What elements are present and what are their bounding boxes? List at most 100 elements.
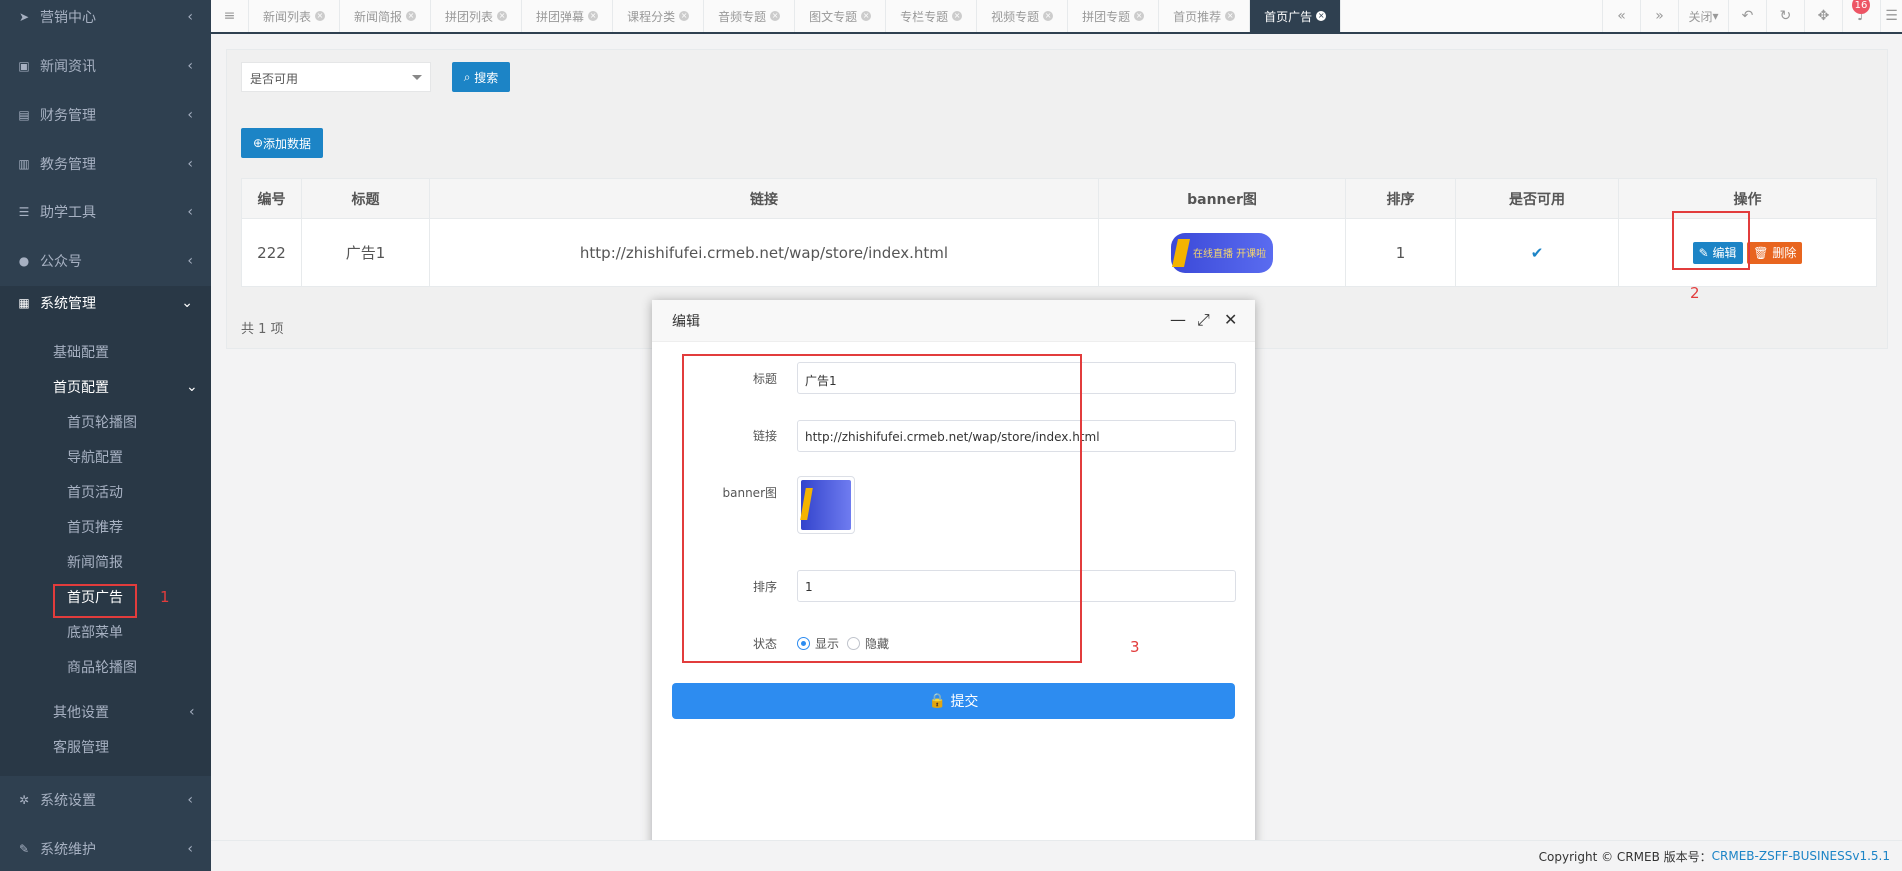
footer: Copyright © CRMEB 版本号： CRMEB-ZSFF-BUSINE…	[211, 840, 1902, 871]
nav-marketing[interactable]: ➤ 营销中心 ‹	[0, 0, 211, 41]
minimize-icon[interactable]: —	[1170, 310, 1186, 329]
bell-icon[interactable]: ♪ 16	[1842, 0, 1880, 32]
close-icon[interactable]: ×	[861, 11, 872, 21]
lock-icon: 🔒	[928, 693, 946, 709]
close-icon[interactable]: ×	[679, 11, 690, 21]
chevron-left-icon: ‹	[187, 58, 193, 74]
table-row: 222 广告1 http://zhishifufei.crmeb.net/wap…	[241, 218, 1877, 287]
close-icon[interactable]: ×	[952, 11, 963, 21]
close-icon[interactable]: ✕	[1224, 310, 1237, 329]
data-table: 编号 标题 链接 banner图 排序 是否可用 操作 222 广告1 http…	[241, 178, 1877, 287]
cell-sort: 1	[1345, 218, 1456, 287]
tab-group-list[interactable]: 拼团列表 ×	[431, 0, 523, 32]
sub-other-settings[interactable]: 其他设置	[53, 698, 109, 726]
tab-article-topic[interactable]: 图文专题 ×	[795, 0, 887, 32]
annotation-box-1	[53, 584, 137, 618]
search-button[interactable]: ⌕ 搜索	[452, 62, 510, 92]
total-count: 共 1 项	[241, 322, 284, 337]
chevron-left-icon: ‹	[187, 156, 193, 172]
tab-bar: ≡ 新闻列表 × 新闻简报 × 拼团列表 × 拼团弹幕 × 课程分类 × 音频专题 × 图文…	[211, 0, 1902, 34]
cell-link: http://zhishifufei.crmeb.net/wap/store/i…	[429, 218, 1099, 287]
col-banner: banner图	[1098, 178, 1346, 219]
sub-home-activity[interactable]: 首页活动	[67, 478, 123, 506]
chevron-left-icon: ‹	[187, 253, 193, 269]
move-icon[interactable]: ✥	[1804, 0, 1842, 32]
close-icon[interactable]: ×	[588, 11, 599, 21]
close-icon[interactable]: ×	[497, 11, 508, 21]
close-icon[interactable]: ×	[1316, 11, 1327, 21]
col-id: 编号	[241, 178, 302, 219]
col-available: 是否可用	[1455, 178, 1619, 219]
tab-column-topic[interactable]: 专栏专题 ×	[886, 0, 978, 32]
nav-tools[interactable]: ☰ 助学工具 ‹	[0, 188, 211, 236]
sub-nav-config[interactable]: 导航配置	[67, 443, 123, 471]
list-icon: ☰	[18, 205, 30, 219]
cell-banner: 在线直播 开课啦	[1098, 218, 1346, 287]
wechat-icon: ●	[18, 254, 30, 268]
delete-button[interactable]: 🗑 删除	[1747, 241, 1803, 264]
col-link: 链接	[429, 178, 1099, 219]
nav-news[interactable]: ▣ 新闻资讯 ‹	[0, 42, 211, 90]
annotation-number-1: 1	[160, 588, 170, 606]
forward-icon[interactable]: »	[1640, 0, 1678, 32]
sub-home-carousel[interactable]: 首页轮播图	[67, 408, 137, 436]
close-icon[interactable]: ×	[1225, 11, 1236, 21]
tab-home-recommend[interactable]: 首页推荐 ×	[1159, 0, 1251, 32]
sub-home-recommend[interactable]: 首页推荐	[67, 513, 123, 541]
tab-home-ads[interactable]: 首页广告 ×	[1250, 0, 1342, 32]
search-icon: ⌕	[463, 69, 471, 84]
sub-bottom-menu[interactable]: 底部菜单	[67, 618, 123, 646]
list-icon[interactable]: ☰	[1880, 0, 1902, 32]
trash-icon: 🗑	[1753, 245, 1769, 260]
nav-system[interactable]: ▦ 系统管理 ⌄	[0, 286, 211, 320]
tab-video-topic[interactable]: 视频专题 ×	[977, 0, 1069, 32]
wrench-icon: ✎	[18, 842, 30, 856]
tab-news-list[interactable]: 新闻列表 ×	[249, 0, 341, 32]
close-icon[interactable]: ×	[770, 11, 781, 21]
close-icon[interactable]: ×	[1134, 11, 1145, 21]
toolbar-right: « » 关闭 ▾ ↶ ↻ ✥ ♪ 16 ☰	[1602, 0, 1902, 32]
nav-system-settings[interactable]: ✲ 系统设置 ‹	[0, 776, 211, 824]
menu-toggle-icon[interactable]: ≡	[211, 0, 249, 32]
chevron-down-icon: ⌄	[186, 379, 198, 395]
gear-icon: ✲	[18, 793, 30, 807]
reply-icon[interactable]: ↶	[1728, 0, 1766, 32]
availability-select[interactable]: 是否可用	[241, 62, 431, 92]
version-link[interactable]: CRMEB-ZSFF-BUSINESSv1.5.1	[1712, 849, 1890, 863]
image-icon: ▣	[18, 59, 30, 73]
chevron-left-icon: ‹	[187, 204, 193, 220]
col-sort: 排序	[1345, 178, 1456, 219]
notification-badge: 16	[1852, 0, 1870, 14]
backward-icon[interactable]: «	[1602, 0, 1640, 32]
close-icon[interactable]: ×	[1043, 11, 1054, 21]
modal-header: 编辑	[652, 300, 1255, 342]
annotation-number-2: 2	[1690, 284, 1700, 302]
tab-news-brief[interactable]: 新闻简报 ×	[340, 0, 432, 32]
sub-basic[interactable]: 基础配置	[53, 338, 109, 366]
col-title: 标题	[301, 178, 430, 219]
sub-customer-service[interactable]: 客服管理	[53, 733, 109, 761]
sub-news-brief[interactable]: 新闻简报	[67, 548, 123, 576]
refresh-icon[interactable]: ↻	[1766, 0, 1804, 32]
close-menu-button[interactable]: 关闭 ▾	[1678, 0, 1728, 32]
submit-button[interactable]: 🔒 提交	[672, 683, 1235, 719]
tab-audio-topic[interactable]: 音频专题 ×	[704, 0, 796, 32]
chevron-down-icon: ⌄	[181, 295, 193, 311]
tab-group-topic[interactable]: 拼团专题 ×	[1068, 0, 1160, 32]
banner-image[interactable]: 在线直播 开课啦	[1171, 232, 1273, 273]
chevron-left-icon: ‹	[187, 792, 193, 808]
maximize-icon[interactable]: ⤢	[1197, 310, 1210, 330]
nav-system-maintain[interactable]: ✎ 系统维护 ‹	[0, 825, 211, 871]
sub-home-config[interactable]: 首页配置	[53, 373, 109, 401]
money-icon: ▤	[18, 108, 30, 122]
annotation-box-3	[682, 354, 1082, 663]
close-icon[interactable]: ×	[406, 11, 417, 21]
nav-wechat[interactable]: ● 公众号 ‹	[0, 237, 211, 285]
close-icon[interactable]: ×	[315, 11, 326, 21]
tab-course-category[interactable]: 课程分类 ×	[613, 0, 705, 32]
nav-finance[interactable]: ▤ 财务管理 ‹	[0, 91, 211, 139]
tab-group-barrage[interactable]: 拼团弹幕 ×	[522, 0, 614, 32]
nav-academic[interactable]: ▥ 教务管理 ‹	[0, 140, 211, 188]
sub-goods-carousel[interactable]: 商品轮播图	[67, 653, 137, 681]
add-data-button[interactable]: ⊕ 添加数据	[241, 128, 323, 158]
